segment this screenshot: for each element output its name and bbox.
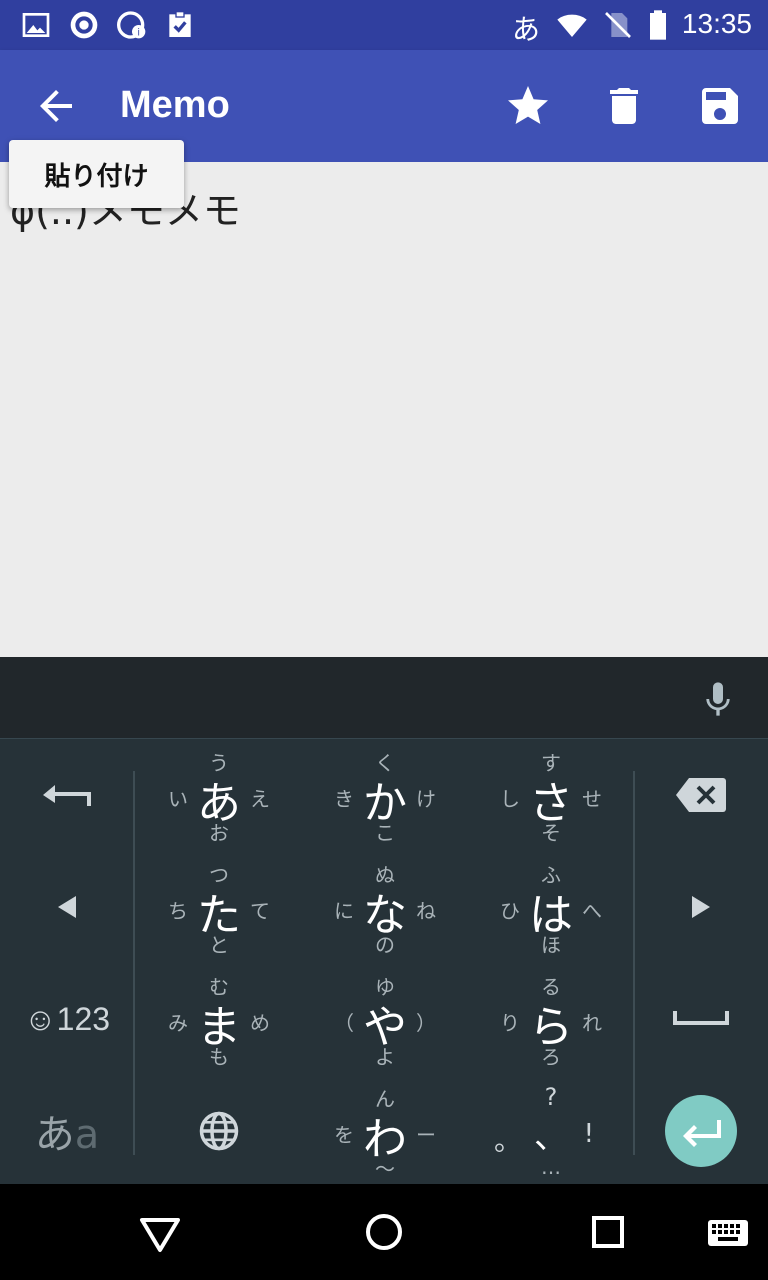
language-key[interactable] <box>152 1075 286 1187</box>
key-ha[interactable]: ふ ひ は へ ほ <box>468 851 634 963</box>
symbols-label: ☺123 <box>23 1000 111 1037</box>
memo-editor[interactable]: φ(..)メモメモ <box>0 162 768 657</box>
flick-right: せ <box>582 787 602 811</box>
back-arrow-icon[interactable] <box>32 82 80 130</box>
app-a-icon <box>70 11 98 39</box>
kana-mode-label: あa <box>35 1102 100 1160</box>
enter-key[interactable] <box>634 1075 768 1187</box>
space-key[interactable] <box>634 963 768 1075</box>
key-main: 、 <box>534 1117 568 1157</box>
flick-down: ほ <box>541 933 561 957</box>
flick-down: も <box>209 1045 229 1069</box>
keyboard-suggestion-bar <box>0 657 768 738</box>
key-ra[interactable]: る り ら れ ろ <box>468 963 634 1075</box>
space-bar-icon <box>673 1011 729 1025</box>
globe-icon <box>199 1111 239 1151</box>
backspace-icon <box>676 778 726 812</box>
flick-down: ～ <box>375 1157 395 1181</box>
symbols-key[interactable]: ☺123 <box>0 963 134 1075</box>
backspace-key[interactable] <box>634 739 768 851</box>
page-title: Memo <box>120 84 230 126</box>
key-a[interactable]: う い あ え お <box>136 739 302 851</box>
timer-info-icon: i <box>116 11 146 39</box>
battery-icon <box>650 10 666 40</box>
flick-down: こ <box>375 821 395 845</box>
recents-square-icon[interactable] <box>584 1208 632 1256</box>
no-sim-icon <box>605 12 631 38</box>
undo-arrow-icon <box>43 785 91 806</box>
flick-down: ろ <box>541 1045 561 1069</box>
key-ta[interactable]: つ ち た て と <box>136 851 302 963</box>
cursor-left-key[interactable] <box>0 851 134 963</box>
triangle-right-icon <box>692 896 710 918</box>
flick-right: け <box>416 787 436 811</box>
svg-text:i: i <box>137 28 140 39</box>
kana-mode-key[interactable]: あa <box>0 1075 134 1187</box>
flick-right: め <box>250 1011 270 1035</box>
flick-right: ー <box>416 1123 436 1147</box>
flick-down: そ <box>541 821 561 845</box>
flick-up: ? <box>544 1083 558 1111</box>
trash-icon[interactable] <box>600 82 648 130</box>
flick-right: ） <box>416 1011 436 1035</box>
save-icon[interactable] <box>696 82 744 130</box>
flick-down: … <box>541 1155 561 1179</box>
back-triangle-icon[interactable] <box>136 1208 184 1256</box>
image-icon <box>22 13 50 37</box>
flick-right: へ <box>582 899 602 923</box>
status-bar: i あ 13:35 <box>0 0 768 50</box>
flick-right: え <box>250 787 270 811</box>
key-wa[interactable]: ん を わ ー ～ <box>302 1075 468 1187</box>
flick-down: の <box>375 933 395 957</box>
undo-key[interactable] <box>0 739 134 851</box>
paste-button[interactable]: 貼り付け <box>9 140 184 208</box>
clipboard-check-icon <box>169 11 191 37</box>
home-circle-icon[interactable] <box>360 1208 408 1256</box>
key-sa[interactable]: す し さ せ そ <box>468 739 634 851</box>
cursor-right-key[interactable] <box>634 851 768 963</box>
key-na[interactable]: ぬ に な ね の <box>302 851 468 963</box>
flick-right: ! <box>583 1119 594 1149</box>
clock: 13:35 <box>681 8 752 39</box>
kana-label-main: あ <box>34 1112 75 1158</box>
wifi-icon <box>557 14 587 37</box>
keyboard-switch-icon[interactable] <box>706 1208 750 1256</box>
key-punctuation[interactable]: ? 。 、 ! … <box>468 1075 634 1187</box>
kana-label-small: a <box>74 1112 100 1158</box>
flick-down: お <box>209 821 229 845</box>
key-ma[interactable]: む み ま め も <box>136 963 302 1075</box>
navigation-bar <box>0 1184 768 1280</box>
flick-right: れ <box>582 1011 602 1035</box>
microphone-icon[interactable] <box>698 677 738 721</box>
triangle-left-icon <box>58 896 76 918</box>
enter-icon <box>665 1095 737 1167</box>
flick-right: ね <box>416 899 436 923</box>
key-ka[interactable]: く き か け こ <box>302 739 468 851</box>
flick-down: よ <box>375 1045 395 1069</box>
flick-right: て <box>250 899 270 923</box>
flick-keyboard: ☺123 あa う い あ え お く き か け こ す し さ せ そ つ … <box>0 738 768 1184</box>
flick-down: と <box>209 933 229 957</box>
key-ya[interactable]: ゆ （ や ） よ <box>302 963 468 1075</box>
ime-indicator: あ <box>512 13 541 46</box>
star-icon[interactable] <box>504 82 552 130</box>
